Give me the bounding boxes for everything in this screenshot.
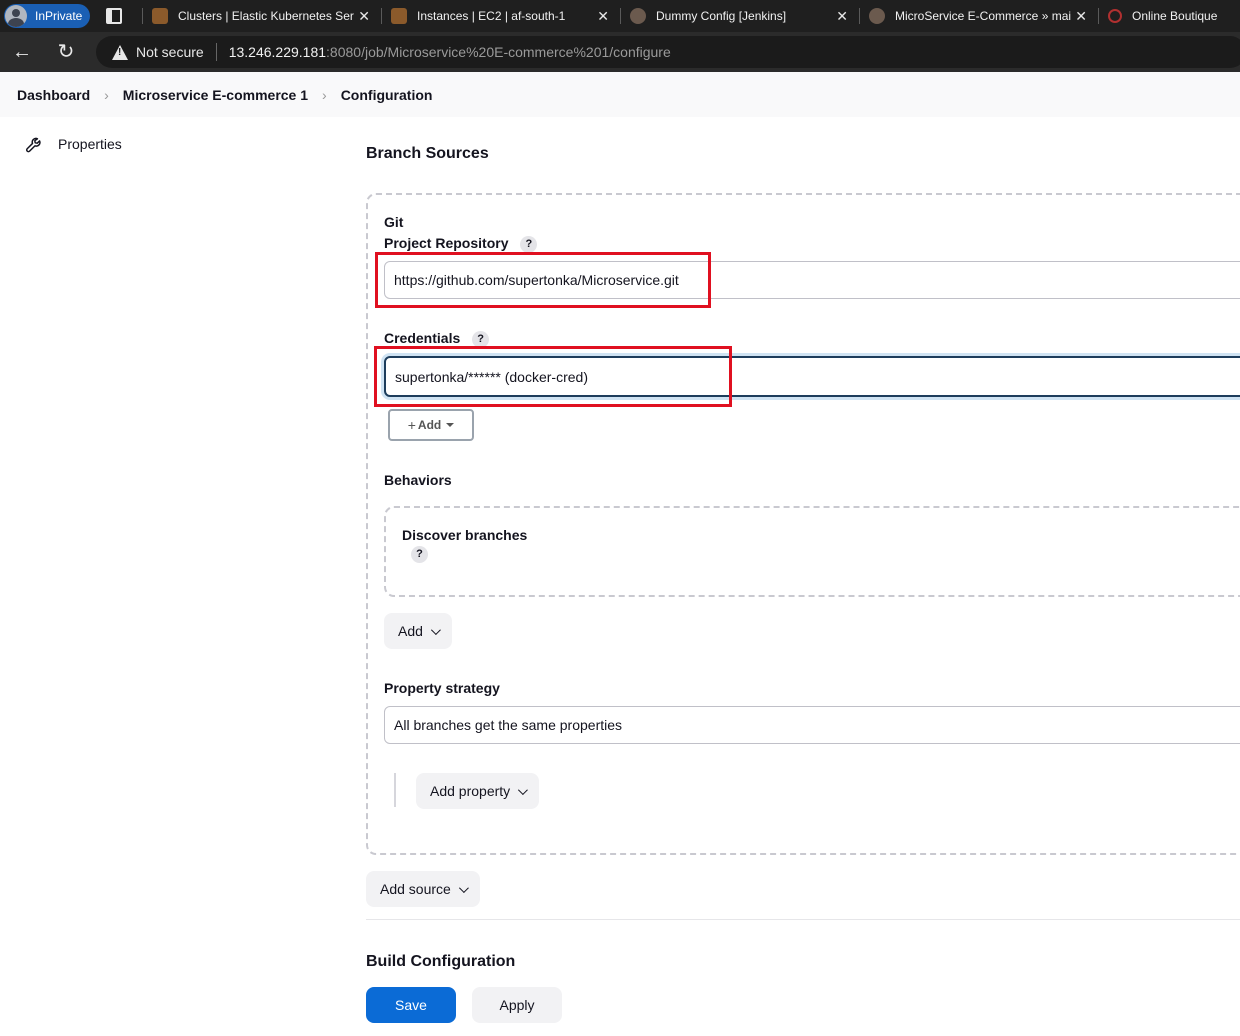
add-property-label: Add property xyxy=(430,783,511,799)
breadcrumb-job[interactable]: Microservice E-commerce 1 xyxy=(123,87,308,103)
url-path: :8080/job/Microservice%20E-commerce%201/… xyxy=(326,44,671,60)
jenkins-favicon-icon xyxy=(630,8,646,24)
tab-actions-icon[interactable] xyxy=(106,8,122,24)
build-configuration-title: Build Configuration xyxy=(366,953,516,970)
breadcrumb: Dashboard › Microservice E-commerce 1 › … xyxy=(0,72,1240,117)
close-tab-icon[interactable]: ✕ xyxy=(597,8,609,25)
property-strategy-label: Property strategy xyxy=(384,680,500,696)
tab-separator xyxy=(381,8,382,24)
save-button[interactable]: Save xyxy=(366,987,456,1023)
browser-tab-bar: InPrivate Clusters | Elastic Kubernetes … xyxy=(0,0,1240,32)
project-repository-text: Project Repository xyxy=(384,235,509,251)
inprivate-label: InPrivate xyxy=(35,9,83,23)
chevron-down-icon xyxy=(458,882,469,893)
add-behavior-button[interactable]: Add xyxy=(384,613,452,649)
discover-branches-label: Discover branches xyxy=(402,527,528,543)
chevron-down-icon xyxy=(430,624,441,635)
discover-branches-panel xyxy=(384,506,1240,597)
not-secure-label[interactable]: Not secure xyxy=(136,44,204,60)
tab-title: Instances | EC2 | af-south-1 xyxy=(417,9,566,23)
caret-down-icon xyxy=(446,423,455,427)
aws-favicon-icon xyxy=(391,8,407,24)
git-label: Git xyxy=(384,214,404,230)
breadcrumb-dashboard[interactable]: Dashboard xyxy=(17,87,90,103)
boutique-favicon-icon xyxy=(1108,9,1122,23)
url-divider xyxy=(215,43,217,61)
apply-button[interactable]: Apply xyxy=(472,987,562,1023)
credentials-text: Credentials xyxy=(384,330,461,346)
nesting-indicator-line xyxy=(394,773,396,807)
behaviors-label: Behaviors xyxy=(384,472,452,488)
highlight-box-repository xyxy=(375,252,711,308)
section-divider xyxy=(366,919,1240,920)
form-action-bar: Save Apply xyxy=(0,971,1240,1036)
close-tab-icon[interactable]: ✕ xyxy=(358,8,370,25)
jenkins-favicon-icon xyxy=(869,8,885,24)
browser-address-bar: ← ↻ Not secure 13.246.229.181 :8080/job/… xyxy=(0,32,1240,72)
chevron-right-icon: › xyxy=(104,86,109,103)
sidebar-item-properties[interactable]: Properties xyxy=(24,133,122,155)
highlight-box-credentials xyxy=(374,346,732,407)
tab-separator xyxy=(859,8,860,24)
tab-title: Dummy Config [Jenkins] xyxy=(656,9,787,23)
tab-microservice-ecommerce[interactable]: MicroService E-Commerce » mai ✕ xyxy=(869,0,1091,32)
tab-ec2-instances[interactable]: Instances | EC2 | af-south-1 ✕ xyxy=(391,0,613,32)
close-tab-icon[interactable]: ✕ xyxy=(1075,8,1087,25)
tab-online-boutique[interactable]: Online Boutique xyxy=(1108,0,1240,32)
add-property-button[interactable]: Add property xyxy=(416,773,540,809)
tab-dummy-config[interactable]: Dummy Config [Jenkins] ✕ xyxy=(630,0,852,32)
project-repository-label: Project Repository ? xyxy=(384,235,538,253)
add-behavior-label: Add xyxy=(398,623,423,639)
tab-title: Online Boutique xyxy=(1132,9,1218,23)
branch-sources-title: Branch Sources xyxy=(366,145,489,162)
close-tab-icon[interactable]: ✕ xyxy=(836,8,848,25)
chevron-right-icon: › xyxy=(322,86,327,103)
add-credentials-label: Add xyxy=(417,418,442,432)
tab-separator xyxy=(620,8,621,24)
tab-separator xyxy=(142,8,143,24)
wrench-icon xyxy=(26,137,41,153)
plus-icon: + xyxy=(407,417,416,433)
property-strategy-select[interactable]: All branches get the same properties xyxy=(384,706,1240,744)
tab-separator xyxy=(1098,8,1099,24)
help-icon[interactable]: ? xyxy=(520,235,538,253)
add-source-label: Add source xyxy=(380,881,451,897)
inprivate-profile-button[interactable]: InPrivate xyxy=(4,4,90,28)
url-host: 13.246.229.181 xyxy=(228,44,327,60)
chevron-down-icon xyxy=(518,784,529,795)
warning-icon[interactable] xyxy=(112,44,128,60)
sidebar-item-label: Properties xyxy=(58,136,122,152)
help-icon[interactable]: ? xyxy=(411,546,428,563)
url-bar[interactable]: Not secure 13.246.229.181 :8080/job/Micr… xyxy=(96,36,1240,68)
aws-favicon-icon xyxy=(152,8,168,24)
refresh-icon[interactable]: ↻ xyxy=(54,40,78,64)
tab-eks-clusters[interactable]: Clusters | Elastic Kubernetes Serv ✕ xyxy=(152,0,374,32)
breadcrumb-configuration[interactable]: Configuration xyxy=(341,87,433,103)
tab-title: Clusters | Elastic Kubernetes Serv xyxy=(178,9,354,23)
back-arrow-icon[interactable]: ← xyxy=(10,40,34,64)
add-credentials-button[interactable]: + Add xyxy=(388,409,474,441)
tab-title: MicroService E-Commerce » mai xyxy=(895,9,1071,23)
profile-avatar-icon xyxy=(5,5,27,27)
add-source-button[interactable]: Add source xyxy=(366,871,480,907)
